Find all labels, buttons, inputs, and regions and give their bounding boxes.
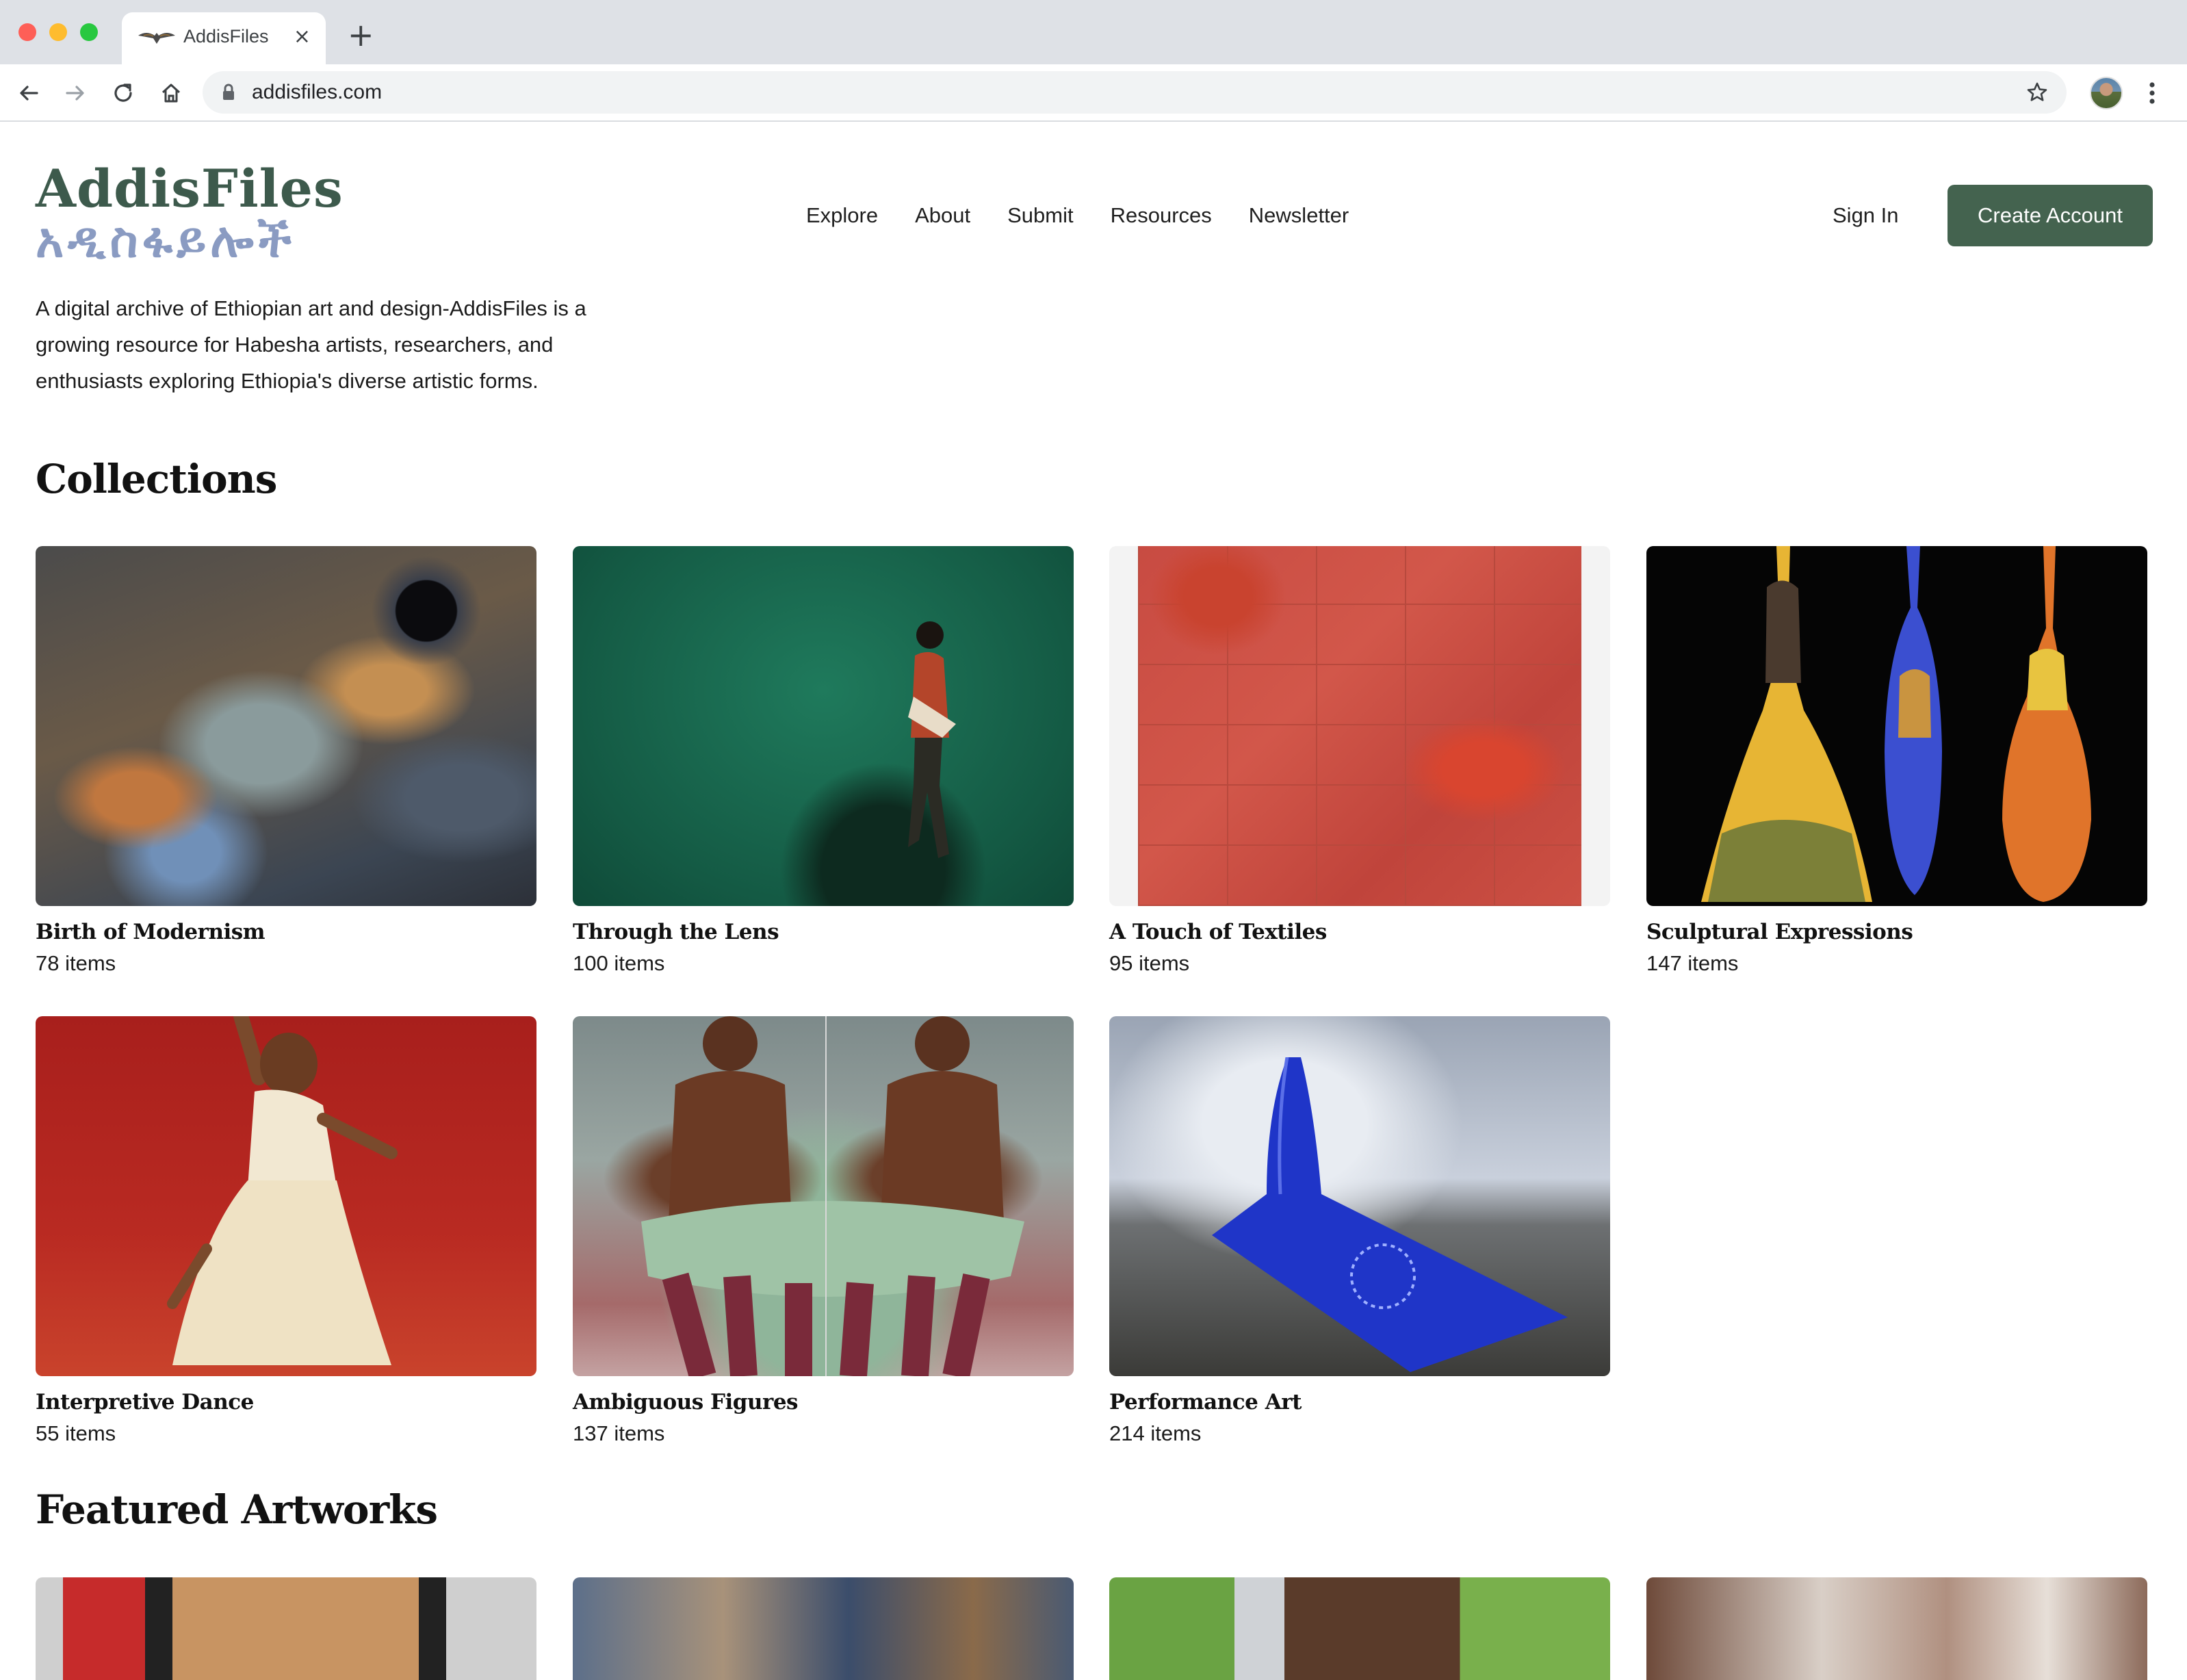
logo-latin-text: AddisFiles xyxy=(36,158,344,219)
collection-title[interactable]: A Touch of Textiles xyxy=(1109,918,1610,946)
bookmark-star-icon[interactable] xyxy=(2026,81,2049,104)
collection-count: 100 items xyxy=(573,951,665,975)
nav-submit[interactable]: Submit xyxy=(1007,200,1073,231)
collection-count: 95 items xyxy=(1109,951,1190,975)
nav-newsletter[interactable]: Newsletter xyxy=(1249,200,1349,231)
collection-image[interactable] xyxy=(36,546,536,906)
textile-panel-image xyxy=(1138,546,1581,906)
collection-image[interactable] xyxy=(1109,546,1610,906)
featured-artwork-card[interactable] xyxy=(36,1577,536,1680)
artwork-image[interactable] xyxy=(573,1577,1074,1680)
featured-artwork-card[interactable] xyxy=(1646,1577,2147,1680)
collection-title[interactable]: Interpretive Dance xyxy=(36,1388,536,1416)
sign-in-link[interactable]: Sign In xyxy=(1833,200,1899,231)
url-text: addisfiles.com xyxy=(252,81,383,103)
featured-artworks-heading: Featured Artworks xyxy=(36,1486,438,1533)
close-window-button[interactable] xyxy=(18,23,36,41)
sculptures-image xyxy=(1701,546,2091,902)
home-icon[interactable] xyxy=(157,79,185,107)
featured-artwork-card[interactable] xyxy=(1109,1577,1610,1680)
collection-count: 147 items xyxy=(1646,951,1739,975)
site-logo[interactable]: AddisFiles አዲስፋይሎች xyxy=(36,161,343,271)
back-arrow-icon[interactable] xyxy=(15,79,42,107)
collection-title[interactable]: Sculptural Expressions xyxy=(1646,918,2147,946)
minimize-window-button[interactable] xyxy=(49,23,67,41)
maximize-window-button[interactable] xyxy=(80,23,98,41)
blue-fabric-image xyxy=(1212,1057,1568,1372)
forward-arrow-icon[interactable] xyxy=(62,79,89,107)
main-nav: Explore About Submit Resources Newslette… xyxy=(806,200,1386,231)
collection-count: 78 items xyxy=(36,951,116,975)
nav-resources[interactable]: Resources xyxy=(1111,200,1212,231)
close-tab-icon[interactable]: × xyxy=(294,25,311,49)
collection-image[interactable] xyxy=(1646,546,2147,906)
intro-line: A digital archive of Ethiopian art and d… xyxy=(36,296,586,320)
site-description: A digital archive of Ethiopian art and d… xyxy=(36,290,651,399)
collection-card-a-touch-of-textiles[interactable]: A Touch of Textiles 95 items xyxy=(1109,546,1610,977)
collection-image[interactable] xyxy=(36,1016,536,1376)
dancer-image xyxy=(167,1016,398,1365)
create-account-button[interactable]: Create Account xyxy=(1947,185,2153,246)
collection-image[interactable] xyxy=(1109,1016,1610,1376)
logo-geez-text: አዲስፋይሎች xyxy=(36,211,296,268)
browser-tab-strip: AddisFiles × + xyxy=(0,0,2187,64)
artwork-image[interactable] xyxy=(36,1577,536,1680)
artwork-image[interactable] xyxy=(1109,1577,1610,1680)
collection-count: 55 items xyxy=(36,1421,116,1445)
collection-count: 214 items xyxy=(1109,1421,1202,1445)
address-bar[interactable]: addisfiles.com xyxy=(203,71,2067,114)
collection-image[interactable] xyxy=(573,1016,1074,1376)
collection-card-ambiguous-figures[interactable]: Ambiguous Figures 137 items xyxy=(573,1016,1074,1447)
intro-line: enthusiasts exploring Ethiopia's diverse… xyxy=(36,369,539,393)
collection-title[interactable]: Ambiguous Figures xyxy=(573,1388,1074,1416)
collection-title[interactable]: Performance Art xyxy=(1109,1388,1610,1416)
profile-avatar[interactable] xyxy=(2090,77,2123,109)
tab-title: AddisFiles xyxy=(183,26,269,47)
eagle-favicon-icon xyxy=(138,33,175,44)
more-menu-icon[interactable] xyxy=(2149,79,2156,107)
nav-about[interactable]: About xyxy=(915,200,970,231)
collection-card-sculptural-expressions[interactable]: Sculptural Expressions 147 items xyxy=(1646,546,2147,977)
intro-line: growing resource for Habesha artists, re… xyxy=(36,333,554,357)
featured-artwork-card[interactable] xyxy=(573,1577,1074,1680)
collection-count: 137 items xyxy=(573,1421,665,1445)
lock-icon xyxy=(223,83,234,100)
nav-explore[interactable]: Explore xyxy=(806,200,878,231)
collection-title[interactable]: Through the Lens xyxy=(573,918,1074,946)
collections-heading: Collections xyxy=(36,456,277,502)
collection-card-interpretive-dance[interactable]: Interpretive Dance 55 items xyxy=(36,1016,536,1447)
collection-title[interactable]: Birth of Modernism xyxy=(36,918,536,946)
reload-icon[interactable] xyxy=(109,79,137,107)
collection-card-through-the-lens[interactable]: Through the Lens 100 items xyxy=(573,546,1074,977)
collection-card-birth-of-modernism[interactable]: Birth of Modernism 78 items xyxy=(36,546,536,977)
figures-painting-image xyxy=(641,1016,1024,1376)
artwork-image[interactable] xyxy=(1646,1577,2147,1680)
collection-image[interactable] xyxy=(573,546,1074,906)
collection-card-performance-art[interactable]: Performance Art 214 items xyxy=(1109,1016,1610,1447)
new-tab-button[interactable]: + xyxy=(348,19,374,51)
browser-toolbar: addisfiles.com xyxy=(0,64,2187,122)
walking-figure-image xyxy=(908,621,956,858)
browser-tab[interactable]: AddisFiles × xyxy=(122,12,326,64)
